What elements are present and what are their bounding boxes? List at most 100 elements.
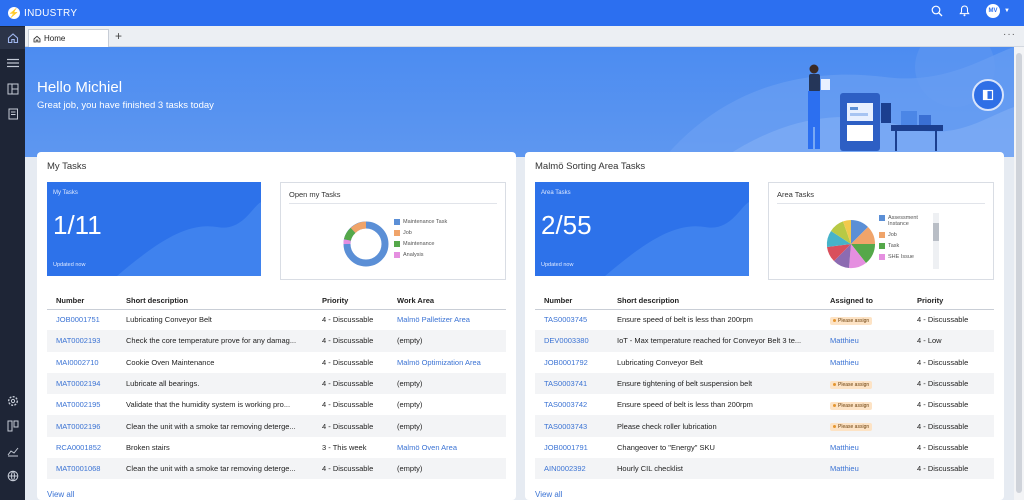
table-row[interactable]: MAT0002195 Validate that the humidity sys…: [47, 394, 506, 415]
please-assign-badge[interactable]: Please assign: [830, 316, 873, 325]
globe-icon[interactable]: [0, 465, 25, 487]
table-row[interactable]: MAI0002710 Cookie Oven Maintenance 4 - Dis…: [47, 352, 506, 373]
task-number-link[interactable]: AIN0002392: [535, 458, 608, 480]
table-row[interactable]: MAT0002196 Clean the unit with a smoke ta…: [47, 415, 506, 437]
assigned-to-cell[interactable]: Matthieu: [821, 437, 908, 458]
table-row[interactable]: MAT0002194 Lubricate all bearings. 4 - Dis…: [47, 372, 506, 395]
task-number-link[interactable]: MAT0002195: [47, 394, 117, 415]
area-tasks-kpi-card[interactable]: Area Tasks 2/55 Updated now: [535, 182, 749, 276]
assignee-link[interactable]: Matthieu: [830, 443, 859, 452]
tab-home[interactable]: Home: [28, 29, 109, 47]
column-header[interactable]: Number: [535, 292, 608, 310]
table-row[interactable]: AIN0002392 Hourly CIL checklist Matthieu 4 …: [535, 458, 994, 480]
home-icon[interactable]: [0, 27, 25, 49]
area-tasks-legend: Assessment Instance Job Task SHE Issue: [879, 215, 929, 265]
brand-name: INDUSTRY: [24, 7, 78, 19]
work-area-link[interactable]: Malmö Oven Area: [388, 437, 506, 458]
donut-segment-maintenance: [343, 227, 356, 242]
assignee-link[interactable]: Matthieu: [830, 358, 859, 367]
assignee-link[interactable]: Matthieu: [830, 336, 859, 345]
bell-icon[interactable]: [959, 5, 970, 17]
table-row[interactable]: RCA0001852 Broken stairs 3 - This week Malm…: [47, 437, 506, 458]
more-options-icon[interactable]: ···: [1003, 29, 1016, 40]
task-number-link[interactable]: MAT0002193: [47, 330, 117, 352]
table-row[interactable]: MAT0002193 Check the core temperature pro…: [47, 330, 506, 352]
column-header[interactable]: Short description: [608, 292, 821, 310]
task-description: Hourly CIL checklist: [608, 458, 821, 480]
column-header[interactable]: Assigned to: [821, 292, 908, 310]
page-scrollbar[interactable]: [1014, 47, 1024, 500]
task-number-link[interactable]: MAT0002194: [47, 372, 117, 395]
task-number-link[interactable]: RCA0001852: [47, 437, 117, 458]
work-area-link[interactable]: Malmö Optimization Area: [388, 352, 506, 373]
task-number-link[interactable]: TAS0003741: [535, 372, 608, 395]
please-assign-badge[interactable]: Please assign: [830, 380, 873, 389]
task-priority: 4 - Low: [908, 330, 994, 352]
table-row[interactable]: JOB0001791 Changeover to "Energy" SKU Matt…: [535, 437, 994, 458]
page-scrollbar-thumb[interactable]: [1016, 53, 1022, 493]
task-number-link[interactable]: MAT0002196: [47, 415, 117, 437]
table-row[interactable]: MAT0001068 Clean the unit with a smoke ta…: [47, 458, 506, 480]
scrollbar-thumb[interactable]: [933, 223, 939, 241]
legend-item: Analysis: [394, 252, 447, 258]
area-tasks-card[interactable]: Area Tasks Assessment Instance Job Task …: [768, 182, 994, 280]
please-assign-badge[interactable]: Please assign: [830, 423, 873, 432]
assignee-link[interactable]: Matthieu: [830, 464, 859, 473]
table-row[interactable]: TAS0003742 Ensure speed of belt is less t…: [535, 394, 994, 415]
column-header[interactable]: Work Area: [388, 292, 506, 310]
column-header[interactable]: Priority: [313, 292, 388, 310]
task-number-link[interactable]: TAS0003743: [535, 415, 608, 437]
list-icon[interactable]: [0, 52, 25, 74]
task-number-link[interactable]: JOB0001792: [535, 352, 608, 373]
area-tasks-view-all-link[interactable]: View all: [535, 490, 562, 499]
my-tasks-view-all-link[interactable]: View all: [47, 490, 74, 499]
kanban-icon[interactable]: [0, 415, 25, 437]
assigned-to-cell[interactable]: Matthieu: [821, 352, 908, 373]
assigned-to-cell[interactable]: Please assign: [821, 394, 908, 415]
column-header[interactable]: Short description: [117, 292, 313, 310]
column-header[interactable]: Priority: [908, 292, 994, 310]
analytics-icon[interactable]: [0, 440, 25, 462]
legend-swatch: [394, 230, 400, 236]
task-number-link[interactable]: DEV0003380: [535, 330, 608, 352]
my-tasks-kpi-card[interactable]: My Tasks 1/11 Updated now: [47, 182, 261, 276]
user-avatar[interactable]: MV: [986, 4, 1001, 18]
open-my-tasks-card[interactable]: Open my Tasks Maintenance Task Job Maint…: [280, 182, 506, 280]
task-description: Clean the unit with a smoke tar removing…: [117, 415, 313, 437]
search-icon[interactable]: [931, 5, 943, 17]
table-row[interactable]: TAS0003745 Ensure speed of belt is less t…: [535, 309, 994, 330]
settings-icon[interactable]: [0, 390, 25, 412]
table-row[interactable]: JOB0001792 Lubricating Conveyor Belt Matth…: [535, 352, 994, 373]
table-row[interactable]: DEV0003380 IoT - Max temperature reached …: [535, 330, 994, 352]
chevron-down-icon[interactable]: ▼: [1004, 8, 1010, 14]
status-dot-icon: [833, 404, 836, 407]
task-number-link[interactable]: MAI0002710: [47, 352, 117, 373]
add-tab-button[interactable]: +: [115, 29, 122, 43]
badge-label: Please assign: [838, 402, 870, 409]
legend-label: Job: [403, 230, 412, 236]
legend-scrollbar[interactable]: [933, 213, 939, 269]
work-area-link[interactable]: Malmö Palletizer Area: [388, 309, 506, 330]
dashboard-icon[interactable]: [0, 78, 25, 100]
table-row[interactable]: TAS0003743 Please check roller lubricatio…: [535, 415, 994, 437]
task-number-link[interactable]: MAT0001068: [47, 458, 117, 480]
task-number-link[interactable]: JOB0001791: [535, 437, 608, 458]
please-assign-badge[interactable]: Please assign: [830, 401, 873, 410]
notebook-icon[interactable]: [0, 103, 25, 125]
table-row[interactable]: TAS0003741 Ensure tightening of belt susp…: [535, 372, 994, 395]
app-root: ⚡ INDUSTRY MV ▼ Home + ··· Hello Michiel…: [0, 0, 1024, 500]
assigned-to-cell[interactable]: Please assign: [821, 415, 908, 437]
column-header[interactable]: Number: [47, 292, 117, 310]
assigned-to-cell[interactable]: Matthieu: [821, 458, 908, 480]
assigned-to-cell[interactable]: Matthieu: [821, 330, 908, 352]
brand-logo[interactable]: ⚡ INDUSTRY: [8, 7, 77, 19]
table-row[interactable]: JOB0001751 Lubricating Conveyor Belt 4 - D…: [47, 309, 506, 330]
assigned-to-cell[interactable]: Please assign: [821, 309, 908, 330]
task-number-link[interactable]: JOB0001751: [47, 309, 117, 330]
hero-action-button[interactable]: [972, 79, 1004, 111]
main-content: Hello Michiel Great job, you have finish…: [25, 47, 1014, 500]
task-priority: 4 - Discussable: [322, 400, 374, 410]
task-number-link[interactable]: TAS0003745: [535, 309, 608, 330]
task-number-link[interactable]: TAS0003742: [535, 394, 608, 415]
assigned-to-cell[interactable]: Please assign: [821, 372, 908, 395]
